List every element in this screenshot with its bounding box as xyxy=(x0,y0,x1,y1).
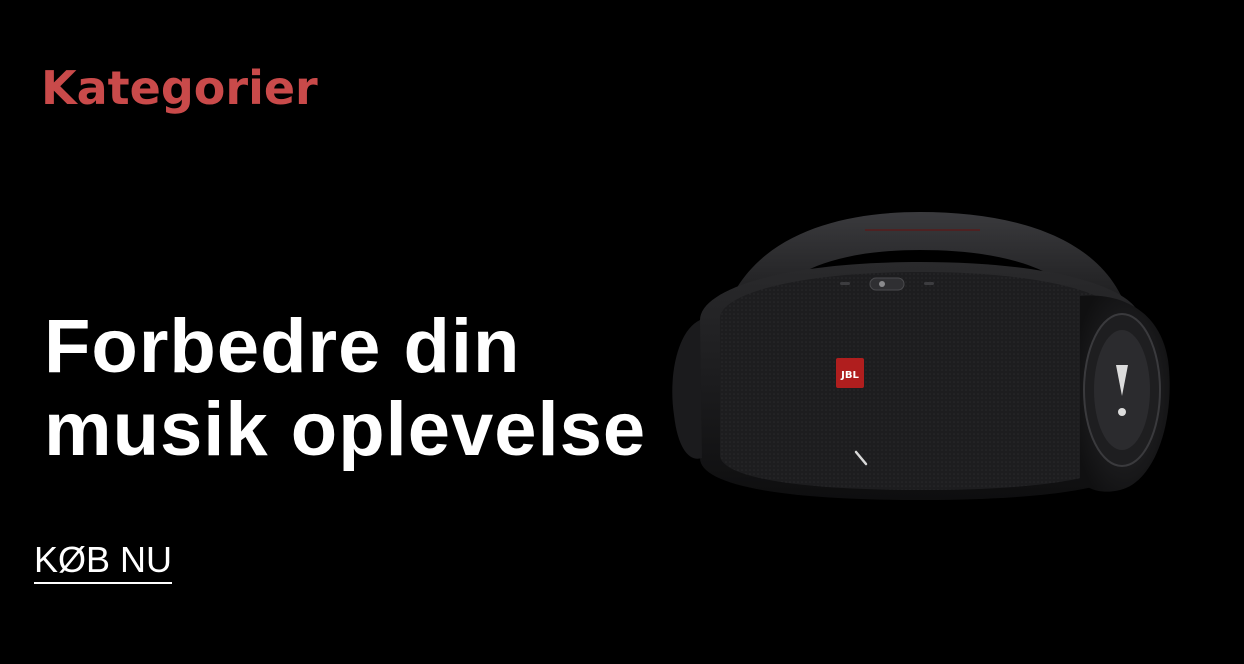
hero-headline: Forbedre din musik oplevelse xyxy=(44,305,646,471)
category-title: Kategorier xyxy=(41,61,318,115)
headline-line-2: musik oplevelse xyxy=(44,387,647,472)
buy-now-link[interactable]: KØB NU xyxy=(34,538,173,584)
svg-text:JBL: JBL xyxy=(840,370,859,381)
hero-banner: Kategorier JBL Forbedre din musik opleve… xyxy=(0,0,1244,664)
headline-line-1: Forbedre din xyxy=(44,304,521,389)
speaker-image: JBL xyxy=(672,212,1170,500)
